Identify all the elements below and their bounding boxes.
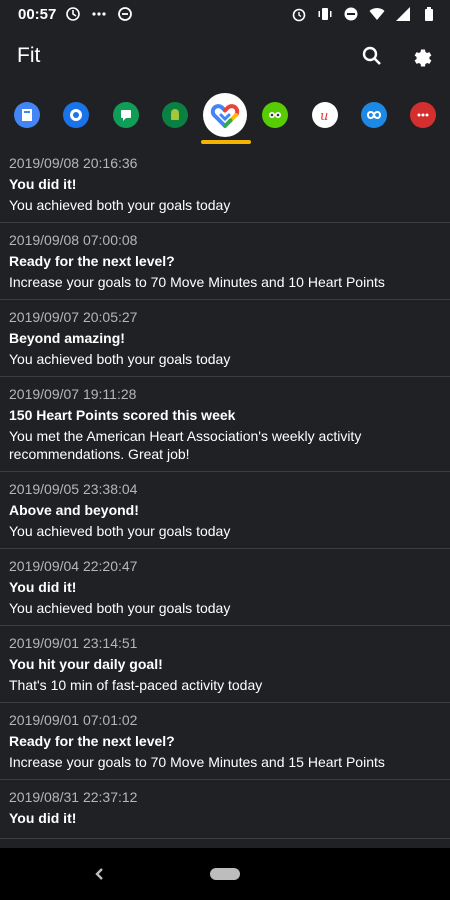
notification-item[interactable]: 2019/08/31 22:37:12 You did it! bbox=[0, 780, 450, 839]
notification-title: Above and beyond! bbox=[9, 502, 139, 518]
app-title: Fit bbox=[17, 44, 41, 67]
notification-title: Beyond amazing! bbox=[9, 330, 125, 346]
svg-text:u: u bbox=[320, 109, 328, 124]
status-bar: 00:57 bbox=[0, 0, 450, 28]
app-filter-icon[interactable] bbox=[262, 102, 289, 128]
app-filter-icon[interactable] bbox=[14, 102, 40, 128]
notification-item[interactable]: 2019/09/07 20:05:27 Beyond amazing! You … bbox=[0, 300, 450, 377]
gear-icon bbox=[414, 49, 432, 67]
notification-timestamp: 2019/09/04 22:20:47 bbox=[9, 558, 138, 574]
search-button[interactable] bbox=[358, 42, 386, 70]
notification-timestamp: 2019/09/08 20:16:36 bbox=[9, 155, 138, 171]
notification-timestamp: 2019/08/31 22:37:12 bbox=[9, 789, 138, 805]
settings-button[interactable] bbox=[408, 42, 436, 70]
notification-timestamp: 2019/09/08 07:00:08 bbox=[9, 232, 138, 248]
vibrate-icon bbox=[316, 5, 334, 23]
notification-item[interactable]: 2019/09/01 23:14:51 You hit your daily g… bbox=[0, 626, 450, 703]
notification-timestamp: 2019/09/07 20:05:27 bbox=[9, 309, 138, 325]
dnd-icon bbox=[342, 5, 360, 23]
signal-icon bbox=[394, 5, 412, 23]
notification-timestamp: 2019/09/01 23:14:51 bbox=[9, 635, 138, 651]
notification-body: You achieved both your goals today bbox=[9, 600, 231, 616]
app-bar: Fit bbox=[0, 28, 450, 84]
selected-app-indicator bbox=[201, 140, 251, 144]
notification-body: Increase your goals to 70 Move Minutes a… bbox=[9, 754, 385, 770]
home-button[interactable] bbox=[210, 868, 240, 880]
app-filter-icon-google-fit[interactable] bbox=[203, 93, 247, 137]
notification-body: You achieved both your goals today bbox=[9, 523, 231, 539]
notification-item[interactable]: 2019/09/05 23:38:04 Above and beyond! Yo… bbox=[0, 472, 450, 549]
notification-item[interactable]: 2019/09/04 22:20:47 You did it! You achi… bbox=[0, 549, 450, 626]
heart-icon bbox=[210, 104, 240, 128]
notification-body: You achieved both your goals today bbox=[9, 197, 231, 213]
wifi-icon bbox=[368, 5, 386, 23]
notification-icon bbox=[64, 5, 82, 23]
back-button[interactable] bbox=[90, 862, 110, 886]
notification-item[interactable]: 2019/09/07 19:11:28 150 Heart Points sco… bbox=[0, 377, 450, 472]
app-filter-icon[interactable] bbox=[360, 102, 387, 128]
notification-body: You achieved both your goals today bbox=[9, 351, 231, 367]
notification-list[interactable]: 2019/09/08 20:16:36 You did it! You achi… bbox=[0, 146, 450, 848]
app-filter-icon[interactable] bbox=[112, 102, 139, 128]
notification-timestamp: 2019/09/07 19:11:28 bbox=[9, 386, 137, 402]
notification-title: You hit your daily goal! bbox=[9, 656, 163, 672]
navigation-bar bbox=[0, 848, 450, 900]
notification-item[interactable]: 2019/09/08 07:00:08 Ready for the next l… bbox=[0, 223, 450, 300]
notification-title: You did it! bbox=[9, 176, 77, 192]
dots-icon bbox=[90, 5, 108, 23]
chevron-left-icon bbox=[95, 868, 103, 880]
app-filter-icon[interactable] bbox=[63, 102, 90, 128]
notification-item[interactable]: 2019/09/01 07:01:02 Ready for the next l… bbox=[0, 703, 450, 780]
status-time: 00:57 bbox=[18, 5, 57, 23]
sync-icon bbox=[116, 5, 134, 23]
battery-icon bbox=[420, 5, 438, 23]
notification-item[interactable]: 2019/09/08 20:16:36 You did it! You achi… bbox=[0, 146, 450, 223]
notification-body: You met the American Heart Association's… bbox=[9, 428, 362, 462]
app-filter-icon[interactable] bbox=[161, 102, 188, 128]
notification-title: You did it! bbox=[9, 579, 77, 595]
notification-title: 150 Heart Points scored this week bbox=[9, 407, 236, 423]
notification-timestamp: 2019/09/01 07:01:02 bbox=[9, 712, 138, 728]
app-filter-icon[interactable] bbox=[410, 102, 436, 128]
notification-body: That's 10 min of fast-paced activity tod… bbox=[9, 677, 263, 693]
app-filter-icon[interactable]: u bbox=[311, 102, 338, 128]
notification-body: Increase your goals to 70 Move Minutes a… bbox=[9, 274, 385, 290]
notification-title: You did it! bbox=[9, 810, 77, 826]
search-icon bbox=[362, 46, 381, 65]
notification-timestamp: 2019/09/05 23:38:04 bbox=[9, 481, 138, 497]
notification-title: Ready for the next level? bbox=[9, 253, 175, 269]
app-filter-row: u bbox=[0, 84, 450, 146]
alarm-icon bbox=[290, 5, 308, 23]
notification-title: Ready for the next level? bbox=[9, 733, 175, 749]
